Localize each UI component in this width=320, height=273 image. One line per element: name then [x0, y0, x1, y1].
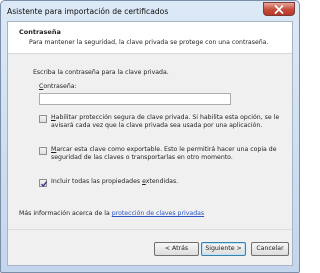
next-button[interactable]: Siguiente > — [201, 242, 246, 256]
back-button[interactable]: < Atrás — [154, 242, 199, 256]
strong-protection-label: Habilitar protección segura de clave pri… — [51, 114, 280, 129]
password-prompt: Escriba la contraseña para la clave priv… — [33, 69, 169, 76]
import-wizard-window: Asistente para importación de certificad… — [0, 0, 300, 273]
password-label: Contraseña: — [39, 83, 77, 90]
private-key-protection-link[interactable]: protección de claves privadas — [112, 210, 204, 217]
wizard-page: Contraseña Para mantener la seguridad, l… — [7, 21, 293, 266]
extended-properties-label: Incluir todas las propiedades extendidas… — [51, 178, 179, 185]
strong-protection-checkbox[interactable] — [39, 115, 47, 123]
footer-divider — [8, 229, 292, 230]
wizard-header: Contraseña Para mantener la seguridad, l… — [8, 22, 292, 54]
page-title: Contraseña — [19, 28, 61, 36]
password-input[interactable] — [39, 93, 231, 105]
title-bar: Asistente para importación de certificad… — [1, 1, 299, 21]
extended-properties-checkbox[interactable] — [39, 179, 48, 188]
close-icon — [274, 5, 284, 14]
exportable-key-checkbox[interactable] — [39, 147, 47, 155]
cancel-button[interactable]: Cancelar — [251, 242, 289, 256]
checkmark-icon — [41, 181, 48, 188]
close-button[interactable] — [263, 2, 295, 16]
exportable-key-label: Marcar esta clave como exportable. Esto … — [51, 146, 277, 161]
info-line: Más información acerca de la protección … — [19, 210, 205, 217]
page-description: Para mantener la seguridad, la clave pri… — [29, 39, 269, 46]
window-title: Asistente para importación de certificad… — [7, 7, 169, 16]
